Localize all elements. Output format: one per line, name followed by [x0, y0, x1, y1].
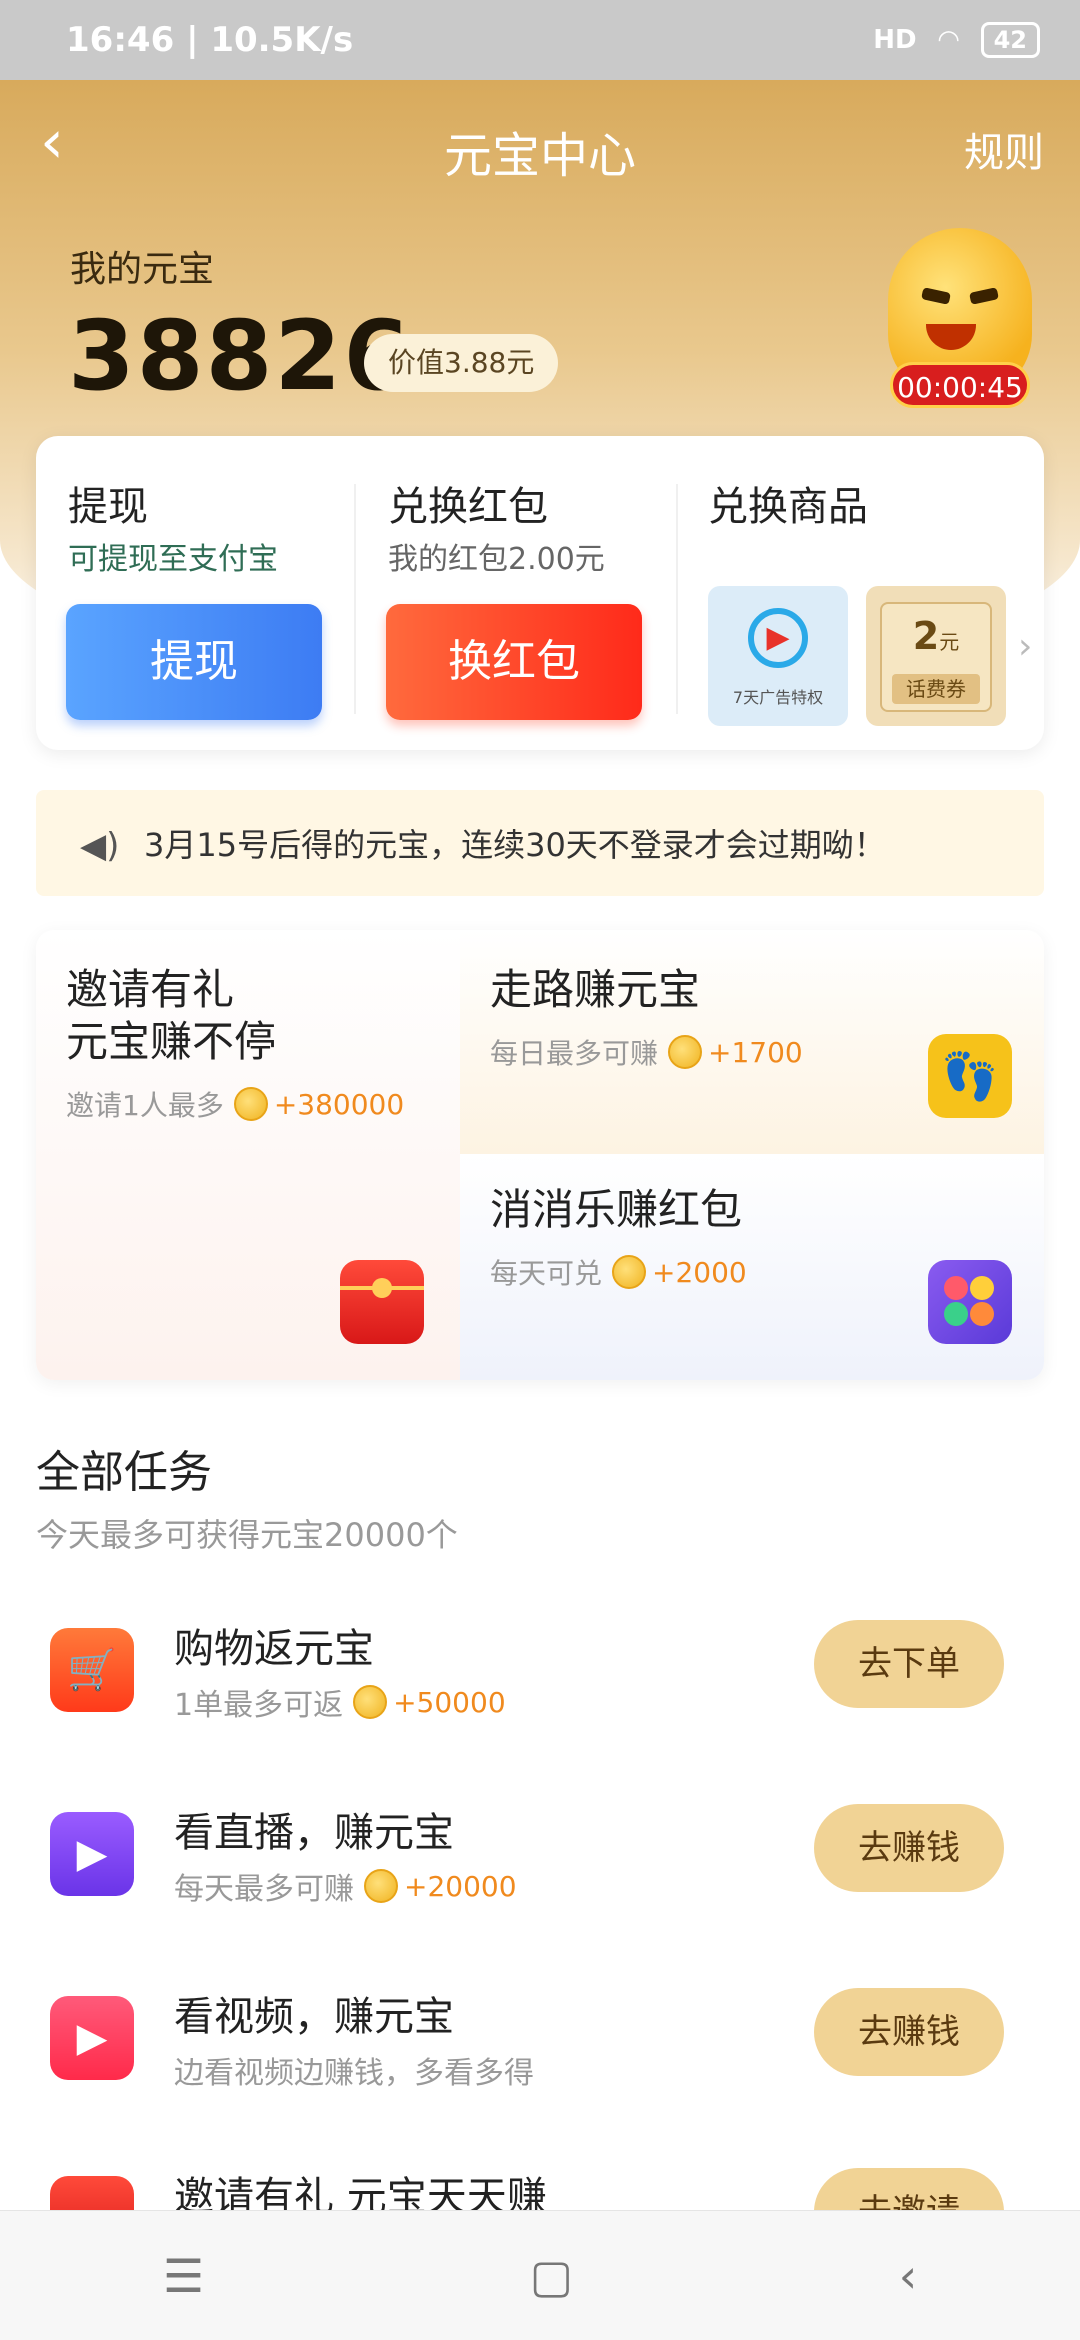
- goods-title: 兑换商品: [708, 484, 868, 530]
- signal-icon: HD: [873, 25, 917, 55]
- promo-walk-sub: 每日最多可赚 +1700: [490, 1032, 803, 1072]
- task-row: 🛒 购物返元宝 1单最多可返 +50000 去下单: [0, 1600, 1080, 1750]
- promo-walk-title: 走路赚元宝: [490, 965, 701, 1014]
- coin-icon: [668, 1035, 703, 1069]
- coupon-amount: 2元: [882, 614, 990, 658]
- tasks-subtitle: 今天最多可获得元宝20000个: [36, 1516, 458, 1554]
- task-reward: +50000: [393, 1685, 506, 1719]
- promo-invite[interactable]: 邀请有礼 元宝赚不停 邀请1人最多 +380000: [36, 930, 460, 1380]
- task-order-button[interactable]: 去下单: [814, 1620, 1004, 1708]
- withdraw-title: 提现: [68, 484, 148, 530]
- coin-icon: [353, 1685, 388, 1719]
- speaker-icon: ◀): [80, 826, 120, 866]
- task-title: 邀请有礼 元宝天天赚: [174, 2174, 547, 2210]
- task-subtitle-text: 1单最多可返: [174, 1688, 344, 1723]
- promo-invite-sub: 邀请1人最多 +380000: [66, 1084, 404, 1124]
- notice-text: 3月15号后得的元宝，连续30天不登录才会过期呦！: [144, 826, 886, 864]
- rules-link[interactable]: 规则: [964, 120, 1044, 178]
- task-title: 购物返元宝: [174, 1626, 374, 1672]
- cart-icon: 🛒: [50, 1628, 134, 1712]
- task-row: 邀请有礼 元宝天天赚 去邀请: [0, 2148, 1080, 2210]
- task-earn-button[interactable]: 去赚钱: [814, 1988, 1004, 2076]
- promo-walk-sub-text: 每日最多可赚: [490, 1037, 659, 1070]
- home-icon[interactable]: ▢: [530, 2249, 573, 2303]
- coupon-value: 2: [912, 614, 940, 658]
- task-title: 看直播，赚元宝: [174, 1810, 454, 1856]
- status-icons: HD ◠ 42: [873, 22, 1040, 58]
- page-title: 元宝中心: [443, 128, 636, 184]
- coupon-label: 话费券: [892, 674, 980, 704]
- wifi-icon: ◠: [938, 25, 959, 55]
- nav-bar: ‹ 元宝中心 规则: [0, 80, 1080, 210]
- mascot-mouth: [926, 324, 976, 350]
- withdraw-button[interactable]: 提现: [66, 604, 322, 720]
- status-bar: 16:46 | 10.5K/s HD ◠ 42: [0, 0, 1080, 80]
- redpacket-subtitle: 我的红包2.00元: [388, 542, 605, 577]
- countdown-timer: 00:00:45: [890, 362, 1030, 408]
- promo-invite-title: 邀请有礼: [66, 965, 235, 1014]
- system-nav-bar: ☰ ▢ ‹: [0, 2210, 1080, 2340]
- wallet-balance: 38826: [68, 300, 412, 412]
- task-subtitle-text: 每天最多可赚: [174, 1872, 354, 1907]
- promo-invite-sub-text: 邀请1人最多: [66, 1089, 224, 1122]
- task-row: ▶ 看直播，赚元宝 每天最多可赚 +20000 去赚钱: [0, 1784, 1080, 1934]
- game-icon: [928, 1260, 1012, 1344]
- task-row: ▶ 看视频，赚元宝 边看视频边赚钱，多看多得 去赚钱: [0, 1968, 1080, 2118]
- video-icon: ▶: [748, 608, 808, 668]
- promo-walk[interactable]: 走路赚元宝 每日最多可赚 +1700 👣: [460, 930, 1044, 1154]
- promo-invite-text: 邀请有礼 元宝赚不停 邀请1人最多 +380000: [66, 964, 404, 1124]
- goods-item-ad-privilege[interactable]: ▶ 7天广告特权: [708, 586, 848, 726]
- battery-icon: 42: [980, 22, 1040, 58]
- promo-match[interactable]: 消消乐赚红包 每天可兑 +2000: [460, 1154, 1044, 1380]
- promo-match-text: 消消乐赚红包 每天可兑 +2000: [490, 1184, 747, 1292]
- wallet-value-badge: 价值3.88元: [364, 334, 559, 392]
- task-invite-button[interactable]: 去邀请: [814, 2168, 1004, 2210]
- task-subtitle: 每天最多可赚 +20000: [174, 1864, 517, 1908]
- mascot-eye: [969, 287, 999, 305]
- coin-icon: [233, 1087, 268, 1121]
- withdraw-section: 提现 可提现至支付宝 提现: [36, 436, 356, 750]
- promo-walk-text: 走路赚元宝 每日最多可赚 +1700: [490, 964, 803, 1072]
- status-time: 16:46 | 10.5K/s: [66, 20, 354, 60]
- goods-item-phone-credit[interactable]: 2元 话费券: [866, 586, 1006, 726]
- footprints-icon: 👣: [928, 1034, 1012, 1118]
- tasks-title: 全部任务: [36, 1447, 212, 1498]
- promo-walk-reward: +1700: [708, 1035, 803, 1069]
- red-envelope-icon: [340, 1260, 424, 1344]
- redpacket-title: 兑换红包: [388, 484, 548, 530]
- mascot-eye: [921, 287, 951, 305]
- coupon-unit: 元: [939, 630, 960, 654]
- redpacket-button[interactable]: 换红包: [386, 604, 642, 720]
- promo-match-reward: +2000: [652, 1255, 747, 1289]
- task-subtitle: 边看视频边赚钱，多看多得: [174, 2056, 534, 2091]
- withdraw-subtitle: 可提现至支付宝: [68, 542, 278, 577]
- exchange-card: 提现 可提现至支付宝 提现 兑换红包 我的红包2.00元 换红包 兑换商品 ▶ …: [36, 436, 1044, 750]
- task-earn-button[interactable]: 去赚钱: [814, 1804, 1004, 1892]
- coin-icon: [612, 1255, 647, 1289]
- coupon-frame: 2元 话费券: [880, 602, 992, 712]
- coin-icon: [364, 1869, 398, 1903]
- promo-match-title: 消消乐赚红包: [490, 1185, 743, 1234]
- promo-grid: 邀请有礼 元宝赚不停 邀请1人最多 +380000 走路赚元宝 每日最多可赚 +17…: [36, 930, 1044, 1380]
- task-reward: +20000: [404, 1869, 517, 1903]
- chevron-right-icon[interactable]: ›: [1018, 626, 1032, 667]
- play-icon: ▶: [50, 1812, 134, 1896]
- promo-match-sub: 每天可兑 +2000: [490, 1252, 747, 1292]
- back-nav-icon[interactable]: ‹: [899, 2249, 917, 2303]
- red-envelope-icon: [50, 2176, 134, 2210]
- task-subtitle: 1单最多可返 +50000: [174, 1680, 506, 1724]
- wallet-label: 我的元宝: [70, 249, 215, 290]
- redpacket-section: 兑换红包 我的红包2.00元 换红包: [356, 436, 676, 750]
- notice-bar: ◀) 3月15号后得的元宝，连续30天不登录才会过期呦！: [36, 790, 1044, 896]
- goods-item-label: 7天广告特权: [732, 688, 824, 707]
- goods-section: 兑换商品 ▶ 7天广告特权 2元 话费券 ›: [676, 436, 1044, 750]
- menu-icon[interactable]: ☰: [163, 2249, 204, 2303]
- promo-invite-reward: +380000: [273, 1087, 405, 1121]
- task-title: 看视频，赚元宝: [174, 1994, 454, 2040]
- promo-invite-title2: 元宝赚不停: [66, 1017, 277, 1066]
- promo-match-sub-text: 每天可兑: [490, 1257, 603, 1290]
- video-icon: ▶: [50, 1996, 134, 2080]
